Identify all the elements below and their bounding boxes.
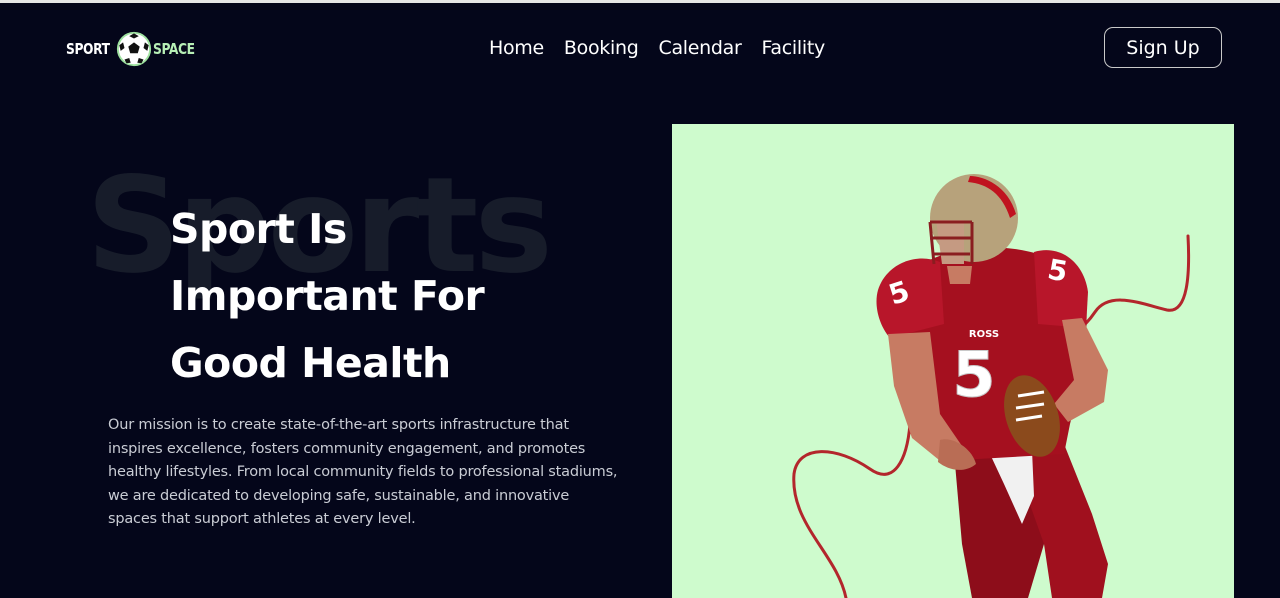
hero-image-panel: 5 5 5 ROSS [672, 124, 1234, 598]
sign-up-button[interactable]: Sign Up [1104, 27, 1222, 68]
hero-title-line-1: Sport Is [170, 205, 347, 253]
hero-description: Our mission is to create state-of-the-ar… [108, 417, 618, 527]
logo-text-sport: SPORT [66, 40, 110, 58]
hero-title: Sport Is Important For Good Health [170, 196, 485, 397]
hero-title-line-2: Important For [170, 272, 485, 320]
logo-text-space: SPACE [153, 40, 195, 58]
hero-title-line-3: Good Health [170, 339, 451, 387]
logo[interactable]: SPORT SPACE [66, 29, 204, 69]
nav-menu: Home Booking Calendar Facility [489, 37, 825, 59]
nav-link-facility[interactable]: Facility [762, 37, 826, 59]
football-player-illustration: 5 5 5 ROSS [792, 174, 1191, 598]
nav-link-calendar[interactable]: Calendar [659, 37, 742, 59]
nav-link-home[interactable]: Home [489, 37, 544, 59]
jersey-number-front: 5 [952, 338, 995, 411]
navbar: SPORT SPACE Home Booking Calendar Facili… [0, 3, 1280, 95]
nav-link-booking[interactable]: Booking [564, 37, 639, 59]
soccer-ball-icon [117, 31, 152, 67]
jersey-name: ROSS [969, 329, 999, 340]
